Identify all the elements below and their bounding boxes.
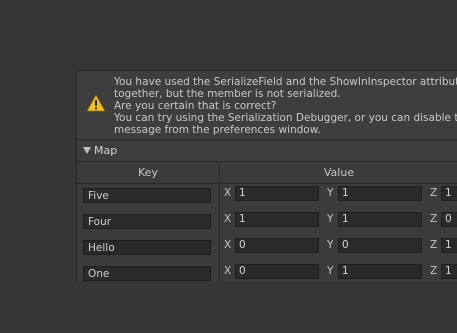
foldout-arrow-icon[interactable] xyxy=(83,147,91,154)
warning-line: message from the preferences window. xyxy=(114,124,321,136)
z-field[interactable]: 0 xyxy=(441,212,457,227)
key-field[interactable]: Five xyxy=(83,188,211,203)
y-axis-label: Y xyxy=(327,187,334,199)
y-field[interactable]: 1 xyxy=(338,186,422,201)
warning-message: You have used the SerializeField and the… xyxy=(114,76,457,136)
z-field[interactable]: 1 xyxy=(441,264,457,279)
warning-line: You can try using the Serialization Debu… xyxy=(114,112,457,124)
map-row: Five X 1 Y 1 Z 1 xyxy=(77,184,457,210)
z-field[interactable]: 1 xyxy=(441,186,457,201)
z-field[interactable]: 1 xyxy=(441,238,457,253)
key-field[interactable]: Four xyxy=(83,214,211,229)
y-field[interactable]: 0 xyxy=(338,238,422,253)
y-axis-label: Y xyxy=(327,239,334,251)
y-field[interactable]: 1 xyxy=(338,264,422,279)
inspector-panel: You have used the SerializeField and the… xyxy=(76,70,457,281)
column-divider xyxy=(219,184,220,210)
key-field[interactable]: Hello xyxy=(83,240,211,255)
map-foldout[interactable]: Map xyxy=(77,141,457,162)
y-axis-label: Y xyxy=(327,213,334,225)
y-field[interactable]: 1 xyxy=(338,212,422,227)
y-axis-label: Y xyxy=(327,265,334,277)
column-headers: Key Value xyxy=(77,163,457,184)
x-axis-label: X xyxy=(224,187,232,199)
map-row: One X 0 Y 1 Z 1 xyxy=(77,262,457,281)
warning-icon xyxy=(86,94,106,112)
column-divider xyxy=(219,210,220,236)
z-axis-label: Z xyxy=(430,187,438,199)
value-column-header: Value xyxy=(323,166,355,179)
map-row: Hello X 0 Y 0 Z 1 xyxy=(77,236,457,262)
z-axis-label: Z xyxy=(430,265,438,277)
x-field[interactable]: 1 xyxy=(235,186,319,201)
warning-line: together, but the member is not serializ… xyxy=(114,88,341,100)
x-axis-label: X xyxy=(224,265,232,277)
x-field[interactable]: 0 xyxy=(235,264,319,279)
column-divider xyxy=(219,262,220,281)
z-axis-label: Z xyxy=(430,213,438,225)
x-field[interactable]: 1 xyxy=(235,212,319,227)
x-axis-label: X xyxy=(224,239,232,251)
column-divider xyxy=(219,236,220,262)
key-field[interactable]: One xyxy=(83,266,211,281)
key-column-header: Key xyxy=(77,163,220,183)
warning-line: Are you certain that is correct? xyxy=(114,100,277,112)
z-axis-label: Z xyxy=(430,239,438,251)
warning-box: You have used the SerializeField and the… xyxy=(77,71,457,140)
map-row: Four X 1 Y 1 Z 0 xyxy=(77,210,457,236)
map-label: Map xyxy=(94,144,118,157)
warning-line: You have used the SerializeField and the… xyxy=(114,76,457,88)
x-field[interactable]: 0 xyxy=(235,238,319,253)
x-axis-label: X xyxy=(224,213,232,225)
